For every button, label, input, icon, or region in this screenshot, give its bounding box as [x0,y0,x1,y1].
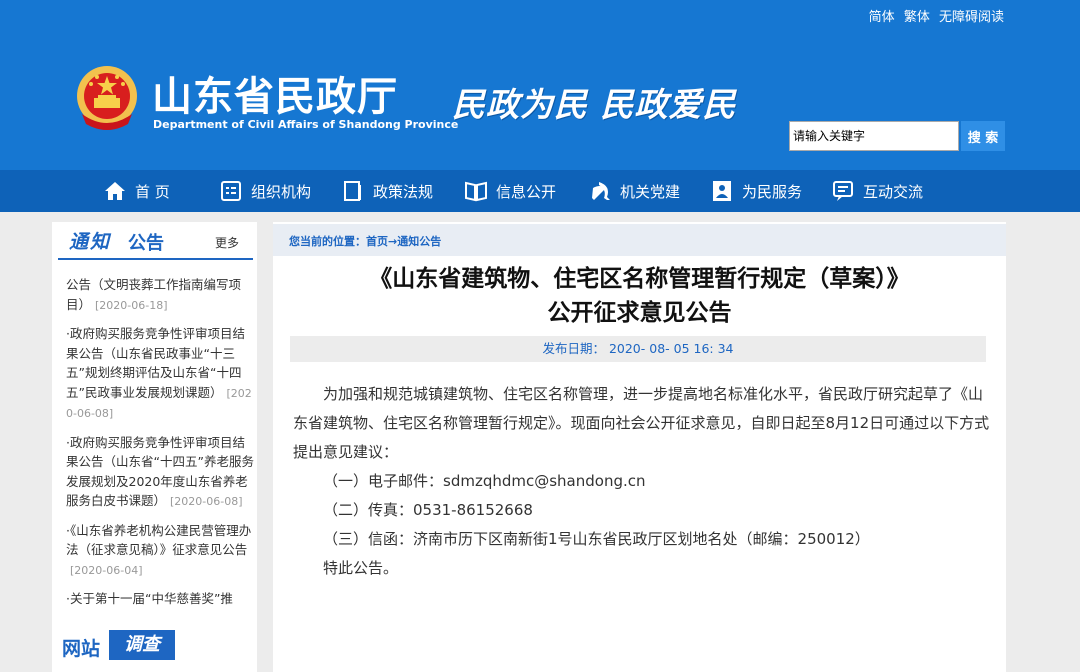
article-paragraph: 为加强和规范城镇建筑物、住宅区名称管理，进一步提高地名标准化水平，省民政厅研究起… [293,385,990,461]
notice-item[interactable]: 公告（文明丧葬工作指南编写项目） [2020-06-18] [66,275,256,315]
chat-icon [833,181,853,201]
nav-label: 首 页 [135,182,170,201]
nav-item-info[interactable]: 信息公开 [465,170,556,212]
survey-title-b[interactable]: 调查 [109,630,175,660]
notice-item[interactable]: ·关于第十一届“中华慈善奖”推 [66,589,256,609]
notice-item[interactable]: ·《山东省养老机构公建民营管理办法（征求意见稿）》征求意见公告 [2020-06-… [66,521,256,581]
site-header: 简体 繁体 无障碍阅读 山东省民政厅 Department of Civil A… [0,0,1080,170]
contact-mail: （三）信函：济南市历下区南新街1号山东省民政厅区划地名处（邮编：250012） [323,530,870,548]
breadcrumb-current[interactable]: 通知公告 [397,235,441,248]
article-title: 《山东省建筑物、住宅区名称管理暂行规定（草案）》 公开征求意见公告 [273,262,1006,330]
site-title[interactable]: 山东省民政厅 [152,64,398,122]
survey-header: 网站 调查 [52,628,257,664]
breadcrumb-text: 您当前的位置：首页→通知公告 [289,233,441,249]
nav-label: 机关党建 [620,182,681,201]
breadcrumb-home[interactable]: 首页 [366,235,388,248]
slogan: 民政为民 民政爱民 [452,85,737,124]
nav-item-home[interactable]: 首 页 [104,170,170,212]
nav-label: 互动交流 [863,182,924,201]
notice-item-date: [2020-06-08] [170,495,243,508]
breadcrumb-prefix: 您当前的位置： [289,235,366,248]
notice-header: 通知 公告 更多 [52,224,257,258]
doc-icon [344,181,361,201]
book-icon [465,181,487,202]
traditional-link[interactable]: 繁体 [904,10,930,25]
nav-label: 政策法规 [373,182,434,201]
party-icon [592,182,610,200]
contact-email: （一）电子邮件：sdmzqhdmc@shandong.cn [323,472,646,490]
nav-item-party[interactable]: 机关党建 [589,170,680,212]
breadcrumb: 您当前的位置：首页→通知公告 [273,224,1006,256]
language-links: 简体 繁体 无障碍阅读 [864,6,1004,25]
national-emblem-icon [77,66,137,130]
more-link[interactable]: 更多 [215,234,239,251]
nav-label: 为民服务 [742,182,803,201]
survey-title-a: 网站 [62,638,101,660]
nav-item-policy[interactable]: 政策法规 [342,170,433,212]
home-icon [105,182,125,200]
notice-item-date: [2020-06-04] [70,563,143,577]
nav-label: 组织机构 [251,182,312,201]
publish-date: 发布日期： 2020- 08- 05 16: 34 [290,336,986,362]
nav-item-org[interactable]: 组织机构 [220,170,311,212]
accessibility-link[interactable]: 无障碍阅读 [939,10,1004,25]
nav-item-interact[interactable]: 互动交流 [832,170,923,212]
notice-title-b: 公告 [128,233,164,254]
notice-list: 公告（文明丧葬工作指南编写项目） [2020-06-18] ·政府购买服务竞争性评… [66,275,256,618]
breadcrumb-arrow: → [388,235,398,248]
service-icon [713,181,731,201]
notice-item[interactable]: ·政府购买服务竞争性评审项目结果公告（山东省民政事业“十三五”规划终期评估及山东… [66,324,256,424]
notice-item-text: ·关于第十一届“中华慈善奖”推 [66,591,233,606]
notice-item[interactable]: ·政府购买服务竞争性评审项目结果公告（山东省“十四五”养老服务发展规划及2020… [66,433,256,512]
notice-item-text: ·政府购买服务竞争性评审项目结果公告（山东省民政事业“十三五”规划终期评估及山东… [66,326,245,400]
notice-divider [58,258,253,260]
simplified-link[interactable]: 简体 [869,10,895,25]
article-title-line1: 《山东省建筑物、住宅区名称管理暂行规定（草案）》 [369,266,910,292]
site-subtitle: Department of Civil Affairs of Shandong … [153,118,459,131]
notice-item-date: [2020-06-18] [95,298,168,312]
org-icon [221,181,241,201]
article-body: 为加强和规范城镇建筑物、住宅区名称管理，进一步提高地名标准化水平，省民政厅研究起… [293,380,993,583]
closing-text: 特此公告。 [323,559,399,577]
notice-item-text: ·《山东省养老机构公建民营管理办法（征求意见稿）》征求意见公告 [66,522,252,558]
notice-title-a: 通知 [69,231,112,253]
nav-item-service[interactable]: 为民服务 [711,170,802,212]
contact-fax: （二）传真：0531-86152668 [323,501,533,519]
search-button[interactable]: 搜 索 [961,121,1005,151]
search-input[interactable] [789,121,959,151]
article-title-line2: 公开征求意见公告 [547,300,732,326]
main-nav: 首 页 组织机构 政策法规 信息公开 机关党建 为民服务 互动交流 [0,170,1080,212]
nav-label: 信息公开 [496,182,557,201]
